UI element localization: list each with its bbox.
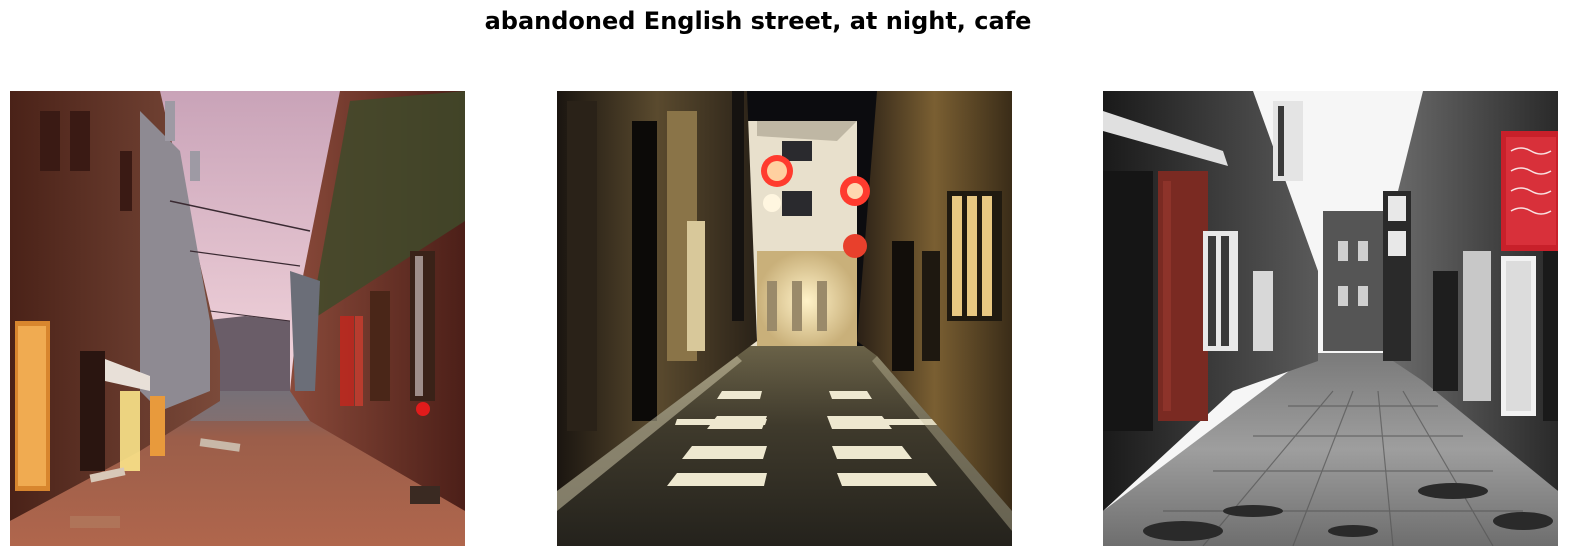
alley-night-image [557, 91, 1012, 546]
image-panel-street-dusk [10, 91, 465, 546]
figure-title: abandoned English street, at night, cafe [484, 7, 1032, 35]
street-bw-image [1103, 91, 1558, 546]
street-dusk-image [10, 91, 465, 546]
image-panel-street-bw [1103, 91, 1558, 546]
image-panel-alley-night [557, 91, 1012, 546]
